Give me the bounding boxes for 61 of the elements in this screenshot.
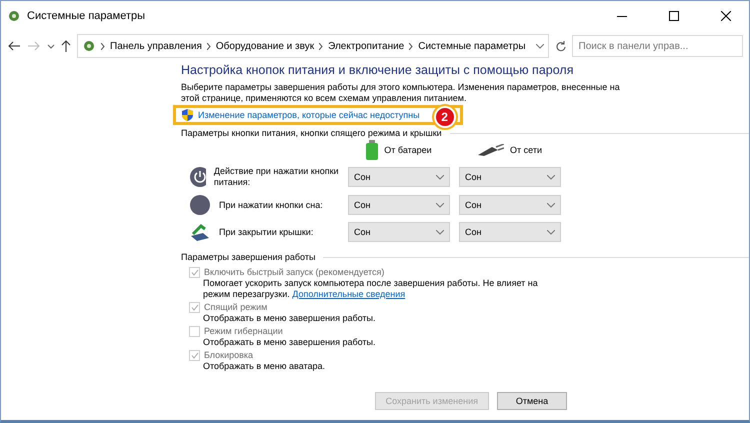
more-info-link[interactable]: Дополнительные сведения [292,289,406,299]
option-description: Помогает ускорить запуск компьютера после завершения работы. Не влияет на режим перезагрузки. Дополнительные сведения [203,278,539,300]
action-dropdown[interactable]: Сон [348,167,450,187]
section-title: Параметры кнопки питания, кнопки спящего режима и крышки [181,128,442,138]
breadcrumb[interactable]: Системные параметры [418,40,526,52]
close-icon [721,11,731,21]
action-dropdown[interactable]: Сон [459,222,561,242]
breadcrumb[interactable]: Электропитание [328,40,404,52]
chevron-down-icon [547,230,555,234]
setting-label: При закрытии крышки: [219,226,314,238]
option-label: Режим гибернации [204,325,283,337]
chevron-down-icon [547,202,555,208]
chevron-down-icon [536,44,544,48]
change-settings-link[interactable]: Изменение параметров, которые сейчас недоступны [198,110,420,120]
chevron-right-icon [101,42,105,50]
chevron-down-icon [436,230,444,234]
address-bar[interactable]: Панель управления Оборудование и звук Электропитание Системные параметры [77,34,549,58]
breadcrumb[interactable]: Панель управления [110,40,202,52]
window-title: Системные параметры [27,10,146,22]
back-button[interactable] [7,41,21,51]
power-icon [189,166,206,188]
action-dropdown[interactable]: Сон [459,195,561,215]
section-title: Параметры завершения работы [181,252,316,262]
action-dropdown[interactable]: Сон [348,222,450,242]
up-button[interactable] [61,40,71,52]
setting-label: При нажатии кнопки сна: [219,200,323,210]
checkbox[interactable] [189,350,200,360]
description-text: этой странице, применяются ко всем схемам управления питанием. [181,93,468,104]
battery-icon [366,140,378,160]
chevron-down-icon [436,174,444,180]
breadcrumb[interactable]: Оборудование и звук [216,40,314,52]
description-text: Выберите параметры завершения работы для этого компьютера. Изменения параметров, внесенные на [181,82,621,93]
column-label: От сети [510,145,542,155]
setting-label: Действие при нажатии кнопки питания: [214,166,339,188]
column-label: От батареи [384,145,432,155]
chevron-right-icon [319,42,324,50]
page-heading: Настройка кнопок питания и включение защиты с помощью пароля [181,63,574,77]
option-description: Отображать в меню завершения работы. [203,313,377,324]
search-field[interactable]: Поиск в панели управ... [572,35,743,57]
maximize-icon [669,11,679,21]
option-label: Блокировка [204,349,254,361]
chevron-down-icon [547,174,555,180]
chevron-right-icon [206,42,211,50]
cancel-button[interactable]: Отмена [497,392,567,410]
option-label: Включить быстрый запуск (рекомендуется) [204,266,384,278]
chevron-down-icon [436,202,444,208]
shield-icon [182,109,193,121]
checkbox[interactable] [189,326,200,336]
step-badge: 2 [434,106,456,128]
action-dropdown[interactable]: Сон [459,167,561,187]
option-description: Отображать в меню завершения работы. [203,337,377,348]
refresh-button[interactable] [554,40,566,52]
checkbox[interactable] [189,266,200,278]
laptop-icon [189,222,211,242]
checkbox[interactable] [189,302,200,312]
option-label: Спящий режим [204,301,268,313]
chevron-right-icon [409,42,414,50]
plug-icon [478,144,504,156]
option-description: Отображать в меню аватара. [203,361,326,372]
action-dropdown[interactable]: Сон [348,195,450,215]
history-dropdown[interactable] [47,44,55,48]
